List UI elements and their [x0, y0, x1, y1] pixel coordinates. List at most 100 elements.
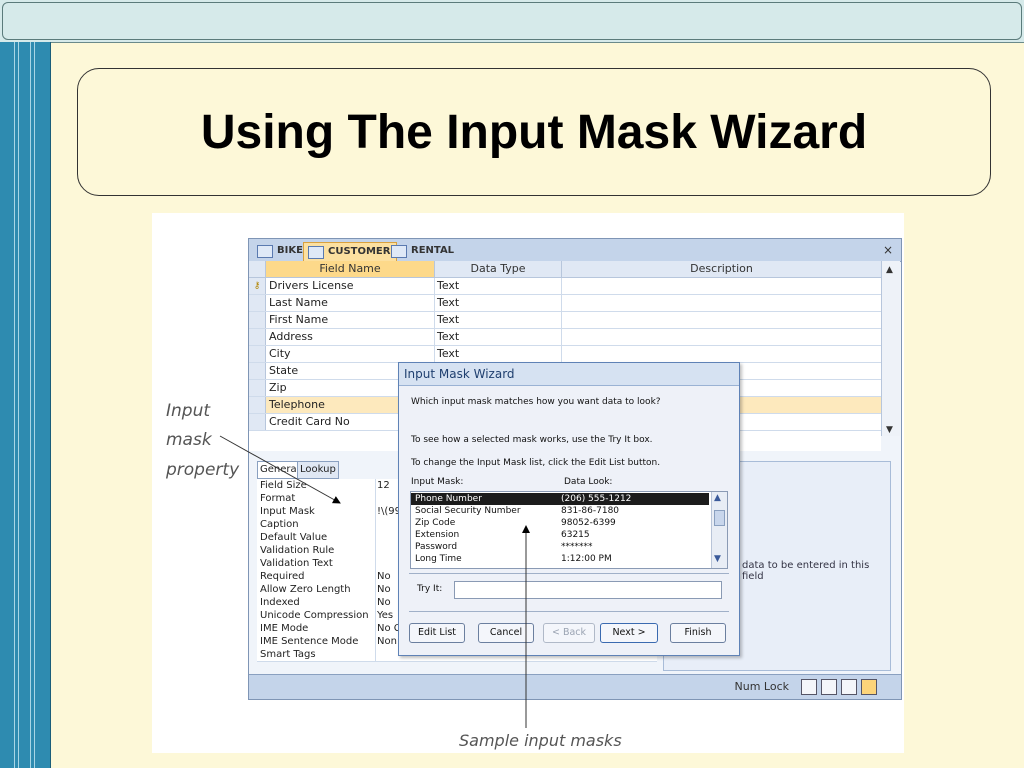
back-button[interactable]: < Back — [543, 623, 595, 643]
field-name: State — [269, 364, 299, 377]
property-value[interactable]: Non — [377, 635, 397, 648]
column-divider — [434, 295, 435, 311]
cancel-button[interactable]: Cancel — [478, 623, 534, 643]
top-bar-frame — [2, 2, 1022, 40]
num-lock-indicator: Num Lock — [734, 680, 790, 693]
tab-rental[interactable]: RENTAL — [387, 242, 460, 260]
mask-item-selected[interactable]: Phone Number (206) 555-1212 — [411, 493, 709, 505]
mask-item[interactable]: Zip Code 98052-6399 — [411, 517, 709, 529]
pivot-chart-icon[interactable] — [841, 679, 857, 695]
sidebar-stripe — [14, 42, 15, 768]
table-icon — [308, 246, 324, 259]
tab-lookup[interactable]: Lookup — [297, 461, 339, 479]
design-view-icon[interactable] — [861, 679, 877, 695]
mask-name: Social Security Number — [415, 506, 521, 516]
column-divider — [561, 295, 562, 311]
row-selector — [249, 346, 266, 362]
row-selector — [249, 312, 266, 328]
mask-name: Password — [415, 542, 458, 552]
callout-input-mask-line2: mask — [166, 430, 212, 450]
mask-item[interactable]: Extension 63215 — [411, 529, 709, 541]
mask-name: Long Time — [415, 554, 462, 564]
field-row[interactable]: ⚷ Drivers License Text — [249, 278, 881, 295]
field-type: Text — [437, 313, 460, 326]
tab-bike[interactable]: BIKE — [253, 242, 309, 260]
mask-list-scrollbar[interactable]: ▲ ▼ — [711, 492, 727, 568]
callout-input-mask-line1: Input — [166, 401, 211, 421]
table-icon — [391, 245, 407, 258]
next-button[interactable]: Next > — [600, 623, 658, 643]
scroll-up-icon[interactable]: ▲ — [714, 493, 721, 503]
column-divider — [561, 312, 562, 328]
field-name: Zip — [269, 381, 287, 394]
property-value[interactable]: No — [377, 596, 391, 609]
column-divider — [375, 479, 376, 492]
column-divider — [375, 583, 376, 596]
slide-sidebar — [0, 42, 51, 768]
grid-scrollbar[interactable]: ▲ ▼ — [881, 261, 900, 436]
column-divider — [375, 518, 376, 531]
property-value[interactable]: 12 — [377, 479, 390, 492]
tab-general[interactable]: General — [257, 461, 303, 479]
field-row[interactable]: First Name Text — [249, 312, 881, 329]
close-icon[interactable]: × — [883, 243, 893, 257]
field-name: Telephone — [269, 398, 325, 411]
mask-item[interactable]: Password ******* — [411, 541, 709, 553]
column-divider — [561, 329, 562, 345]
column-divider — [375, 505, 376, 518]
column-label-input-mask: Input Mask: — [411, 477, 464, 487]
mask-name: Zip Code — [415, 518, 456, 528]
column-divider — [375, 544, 376, 557]
scroll-thumb[interactable] — [714, 510, 725, 526]
field-row[interactable]: City Text — [249, 346, 881, 363]
property-value[interactable]: No — [377, 570, 391, 583]
property-value[interactable]: No — [377, 583, 391, 596]
property-label: Input Mask — [260, 506, 315, 517]
scroll-up-icon[interactable]: ▲ — [886, 265, 893, 275]
primary-key-icon: ⚷ — [249, 278, 266, 294]
column-divider — [375, 570, 376, 583]
sidebar-stripe — [30, 42, 31, 768]
mask-item[interactable]: Social Security Number 831-86-7180 — [411, 505, 709, 517]
field-name: Address — [269, 330, 313, 343]
property-label: Smart Tags — [260, 649, 316, 660]
column-divider — [375, 492, 376, 505]
mask-name: Extension — [415, 530, 460, 540]
column-divider — [561, 278, 562, 294]
tab-label: RENTAL — [411, 245, 455, 256]
pivot-table-icon[interactable] — [821, 679, 837, 695]
dialog-title: Input Mask Wizard — [399, 363, 739, 386]
mask-item[interactable]: Long Time 1:12:00 PM — [411, 553, 709, 565]
mask-data-look: 1:12:00 PM — [561, 554, 612, 564]
field-row[interactable]: Last Name Text — [249, 295, 881, 312]
datasheet-view-icon[interactable] — [801, 679, 817, 695]
mask-data-look: 98052-6399 — [561, 518, 616, 528]
row-selector — [249, 363, 266, 379]
slide-top-bar — [0, 0, 1024, 43]
property-label: Validation Text — [260, 558, 333, 569]
callout-sample-masks: Sample input masks — [459, 731, 622, 750]
field-name: Credit Card No — [269, 415, 350, 428]
column-label-data-look: Data Look: — [564, 477, 613, 487]
try-it-input[interactable] — [454, 581, 722, 599]
scroll-down-icon[interactable]: ▼ — [886, 425, 893, 435]
property-label: Default Value — [260, 532, 328, 543]
help-text: data to be entered in this field — [742, 560, 870, 582]
finish-button[interactable]: Finish — [670, 623, 726, 643]
wizard-question: Which input mask matches how you want da… — [411, 397, 661, 407]
field-row[interactable]: Address Text — [249, 329, 881, 346]
scroll-down-icon[interactable]: ▼ — [714, 554, 721, 564]
edit-list-button[interactable]: Edit List — [409, 623, 465, 643]
property-value[interactable]: Yes — [377, 609, 393, 622]
field-type: Text — [437, 296, 460, 309]
column-divider — [375, 609, 376, 622]
wizard-hint-try-it: To see how a selected mask works, use th… — [411, 435, 653, 445]
property-label: Format — [260, 493, 296, 504]
field-name: First Name — [269, 313, 329, 326]
tab-label: CUSTOMER — [328, 246, 391, 257]
mask-data-look: (206) 555-1212 — [561, 494, 632, 504]
column-divider — [375, 531, 376, 544]
mask-list[interactable]: Phone Number (206) 555-1212 Social Securi… — [410, 491, 728, 569]
tab-customer[interactable]: CUSTOMER — [303, 242, 398, 261]
field-name: Drivers License — [269, 279, 354, 292]
